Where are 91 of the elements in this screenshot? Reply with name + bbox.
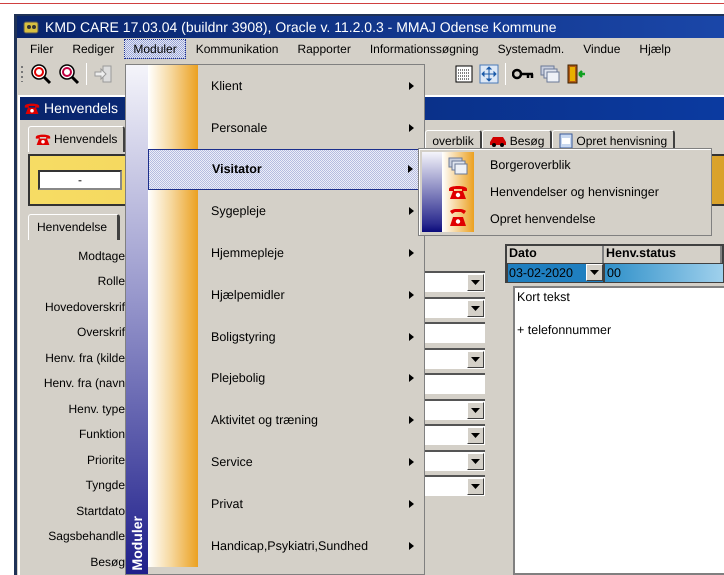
panel-icon[interactable] <box>455 65 473 83</box>
field-label: Priorite <box>86 452 125 468</box>
field-label: Henv. fra (kilde <box>45 350 125 366</box>
dropdown-field[interactable] <box>425 271 485 292</box>
submenu-arrow-icon <box>409 207 414 216</box>
tab[interactable]: Henvendelse <box>28 214 120 240</box>
menu-item[interactable]: Rediger <box>63 38 124 59</box>
menu-item[interactable]: Informationssøgning <box>360 38 488 59</box>
dropdown-arrow-icon <box>471 433 480 438</box>
menu-item[interactable]: Opret henvendelse <box>490 212 708 226</box>
dropdown-arrow-icon <box>471 458 480 464</box>
telephone-icon <box>448 209 468 228</box>
menu-item[interactable]: Boligstyring <box>148 316 424 358</box>
menu-item[interactable]: Borgeroverblik <box>490 158 708 172</box>
menu-item[interactable]: Systemadm. <box>488 38 574 59</box>
field-label: Sagsbehandle <box>48 528 125 545</box>
menu-item[interactable]: Kommunikation <box>186 38 288 59</box>
grip-icon <box>21 64 24 84</box>
submenu-arrow-icon <box>409 290 414 299</box>
menu-item[interactable]: Moduler <box>124 38 186 59</box>
field-label: Henv. type <box>68 400 125 418</box>
telephone-icon <box>35 132 51 146</box>
key-icon[interactable] <box>512 68 534 80</box>
field-label: Henv. fra (navn <box>44 375 125 392</box>
menu-item[interactable]: Personale <box>148 106 424 149</box>
magnifier-icon[interactable] <box>58 63 80 85</box>
submenu-arrow-icon <box>409 332 414 341</box>
note-line: + telefonnummer <box>517 322 612 336</box>
field-label: Overskrif <box>77 324 125 341</box>
dropdown-arrow-icon <box>471 306 480 311</box>
move-icon[interactable] <box>479 64 499 84</box>
stacked-windows-icon <box>540 65 560 83</box>
table-cell: 00 <box>604 262 724 282</box>
dropdown-field[interactable] <box>425 296 485 318</box>
menu-item[interactable]: Hjemmepleje <box>148 232 424 274</box>
submenu-arrow-icon <box>409 374 414 382</box>
app-icon <box>23 18 39 35</box>
input-field[interactable] <box>425 373 485 394</box>
menu-caption: Moduler <box>129 516 145 570</box>
dropdown-arrow-icon <box>471 356 480 362</box>
menu-item[interactable]: Henvendelser og henvisninger <box>490 184 708 199</box>
dropdown-field[interactable] <box>425 475 485 496</box>
submenu-arrow-icon <box>409 249 414 258</box>
dropdown-arrow-icon <box>471 408 480 413</box>
menu-item[interactable]: Plejebolig <box>148 358 424 400</box>
submenu-arrow-icon <box>409 500 414 508</box>
dropdown-arrow-icon <box>471 484 480 490</box>
field-label: Startdato <box>76 502 125 520</box>
stacked-windows-icon <box>448 156 468 175</box>
dropdown-field[interactable] <box>425 398 485 420</box>
input-field[interactable] <box>425 322 485 344</box>
dropdown-arrow-icon <box>590 270 599 275</box>
field-label: Hovedoverskrif <box>44 298 125 316</box>
menu-item[interactable]: Klient <box>148 65 424 107</box>
submenu-arrow-icon <box>408 165 413 174</box>
menu-item[interactable]: Service <box>148 441 424 483</box>
menu-item[interactable]: Filer <box>21 38 62 59</box>
dropdown-field[interactable] <box>425 424 485 446</box>
field-label: Funktion <box>78 426 125 443</box>
submenu-arrow-icon <box>409 458 414 466</box>
dropdown-arrow-icon <box>471 280 480 286</box>
menu-item[interactable]: Aktivitet og træning <box>148 399 424 442</box>
submenu-arrow-icon <box>409 542 414 550</box>
submenu-arrow-icon <box>409 416 414 424</box>
menu-item[interactable]: Handicap,Psykiatri,Sundhed <box>148 524 424 567</box>
telephone-icon <box>24 102 40 114</box>
tab[interactable]: Henvendels <box>28 126 126 152</box>
submenu-arrow-icon <box>409 82 414 90</box>
field-label: Rolle <box>98 273 125 290</box>
exit-door-icon[interactable] <box>566 64 586 84</box>
text-area[interactable]: Kort tekst + telefonnummer <box>513 286 724 575</box>
dropdown-field[interactable] <box>425 348 485 369</box>
menu-item[interactable]: Hjælp <box>630 38 680 59</box>
note-line: Kort tekst <box>517 290 571 304</box>
field-label: Tyngde <box>86 477 125 494</box>
window-title: KMD CARE 17.03.04 (buildnr 3908), Oracle v. 11.2.0.3 - MMAJ Odense Kommune <box>45 18 556 35</box>
telephone-icon <box>448 184 468 200</box>
submenu-arrow-icon <box>409 124 414 132</box>
field-label: Modtage <box>78 248 125 264</box>
field-label: Besøg <box>90 554 125 570</box>
form-icon <box>559 133 574 149</box>
dropdown-field[interactable] <box>425 450 485 471</box>
child-window-title: Henvendels <box>44 100 118 116</box>
menu-item[interactable]: Vindue <box>574 38 630 59</box>
date-field[interactable]: 03-02-2020 <box>507 262 604 282</box>
car-icon <box>488 135 507 147</box>
magnifier-icon[interactable] <box>30 63 52 85</box>
menu-item[interactable]: Hjælpemidler <box>148 274 424 316</box>
menu-item[interactable]: Rapporter <box>288 38 360 59</box>
input-field[interactable]: - <box>38 170 122 190</box>
menu-item[interactable]: Privat <box>148 482 424 525</box>
